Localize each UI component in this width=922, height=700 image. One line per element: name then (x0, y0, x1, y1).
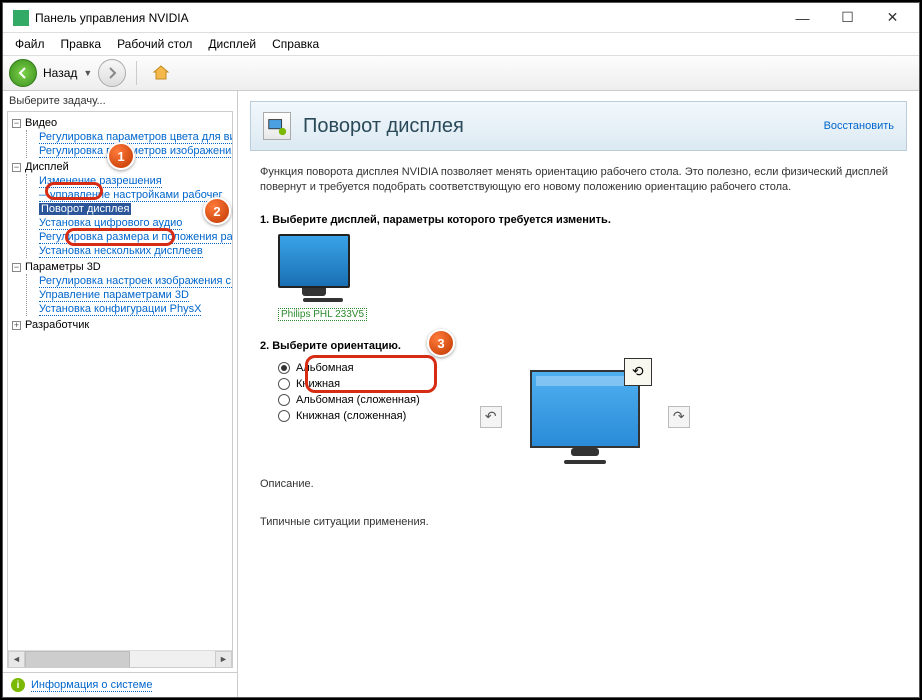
monitor-label: Philips PHL 233V5 (278, 308, 367, 321)
arrow-right-icon (105, 66, 119, 80)
back-label: Назад (43, 66, 77, 80)
radio-landscape[interactable]: Альбомная (278, 360, 420, 376)
sidebar-prompt: Выберите задачу... (3, 91, 237, 111)
tree-item-rotate-display[interactable]: Поворот дисплея (37, 202, 232, 216)
close-button[interactable]: ✕ (870, 4, 915, 32)
tree-item[interactable]: Установка нескольких дисплеев (37, 244, 232, 258)
back-dropdown-icon[interactable]: ▼ (83, 68, 92, 78)
radio-landscape-flipped[interactable]: Альбомная (сложенная) (278, 392, 420, 408)
horizontal-scrollbar[interactable]: ◄ ► (8, 650, 232, 667)
display-selector[interactable]: Philips PHL 233V5 (278, 234, 367, 322)
rotate-display-icon (263, 112, 291, 140)
back-button[interactable] (9, 59, 37, 87)
tree-group-3d: − Параметры 3D Регулировка настроек изоб… (12, 260, 232, 316)
arrow-left-icon (16, 66, 30, 80)
nvidia-icon (13, 10, 29, 26)
radio-icon (278, 410, 290, 422)
tree-item[interactable]: —управление настройками рабочег (37, 188, 232, 202)
monitor-icon (278, 234, 350, 288)
step2-heading: 2. Выберите ориентацию. (260, 340, 897, 352)
tree-header-video[interactable]: − Видео (12, 116, 232, 130)
menu-help[interactable]: Справка (266, 35, 325, 53)
tree-item[interactable]: Регулировка параметров цвета для вид (37, 130, 232, 144)
tree-item[interactable]: Установка цифрового аудио (37, 216, 232, 230)
page-description: Функция поворота дисплея NVIDIA позволяе… (260, 165, 897, 196)
typical-heading: Типичные ситуации применения. (260, 516, 897, 528)
task-tree[interactable]: − Видео Регулировка параметров цвета для… (7, 111, 233, 668)
radio-portrait[interactable]: Книжная (278, 376, 420, 392)
menu-desktop[interactable]: Рабочий стол (111, 35, 198, 53)
scroll-left-button[interactable]: ◄ (8, 651, 25, 668)
monitor-stand-icon (303, 298, 343, 302)
sidebar: Выберите задачу... − Видео Регулировка п… (3, 91, 238, 697)
home-icon (151, 63, 171, 83)
collapse-icon[interactable]: − (12, 163, 21, 172)
menu-file[interactable]: Файл (9, 35, 51, 53)
collapse-icon[interactable]: − (12, 263, 21, 272)
tree-item[interactable]: Регулировка параметров изображения д (37, 144, 232, 158)
preview-stand-icon (564, 460, 606, 464)
navbar: Назад ▼ (3, 55, 919, 91)
tree-group-display: − Дисплей Изменение разрешения —управлен… (12, 160, 232, 258)
radio-icon (278, 362, 290, 374)
orientation-radio-group: Альбомная Книжная Альбомная (сложенная) … (278, 360, 420, 424)
menubar: Файл Правка Рабочий стол Дисплей Справка (3, 33, 919, 55)
scroll-track[interactable] (25, 651, 215, 668)
rotate-badge-icon: ⟲ (624, 358, 652, 386)
radio-icon (278, 394, 290, 406)
tree-header-developer[interactable]: + Разработчик (12, 318, 232, 332)
tree-item[interactable]: Регулировка размера и положения рабо (37, 230, 232, 244)
radio-icon (278, 378, 290, 390)
rotate-ccw-button[interactable]: ↶ (480, 406, 502, 428)
tree-item[interactable]: Установка конфигурации PhysX (37, 302, 232, 316)
titlebar[interactable]: Панель управления NVIDIA — ☐ ✕ (3, 3, 919, 33)
scroll-thumb[interactable] (25, 651, 130, 668)
tree-item[interactable]: Управление параметрами 3D (37, 288, 232, 302)
radio-portrait-flipped[interactable]: Книжная (сложенная) (278, 408, 420, 424)
tree-header-display[interactable]: − Дисплей (12, 160, 232, 174)
scroll-right-button[interactable]: ► (215, 651, 232, 668)
expand-icon[interactable]: + (12, 321, 21, 330)
sidebar-footer: i Информация о системе (3, 672, 237, 697)
minimize-button[interactable]: — (780, 4, 825, 32)
orientation-preview: ↶ ⟲ ↷ (480, 370, 690, 464)
tree-group-developer: + Разработчик (12, 318, 232, 332)
page-header: Поворот дисплея Восстановить (250, 101, 907, 151)
step1-heading: 1. Выберите дисплей, параметры которого … (260, 214, 897, 226)
nav-separator (136, 61, 137, 85)
maximize-button[interactable]: ☐ (825, 4, 870, 32)
rotate-cw-button[interactable]: ↷ (668, 406, 690, 428)
menu-edit[interactable]: Правка (55, 35, 108, 53)
restore-link[interactable]: Восстановить (824, 120, 894, 132)
description-heading: Описание. (260, 478, 897, 490)
home-button[interactable] (147, 59, 175, 87)
page-title: Поворот дисплея (303, 115, 824, 138)
window-root: Панель управления NVIDIA — ☐ ✕ Файл Прав… (2, 2, 920, 698)
forward-button[interactable] (98, 59, 126, 87)
system-info-link[interactable]: Информация о системе (31, 679, 152, 692)
menu-display[interactable]: Дисплей (202, 35, 262, 53)
tree-header-3d[interactable]: − Параметры 3D (12, 260, 232, 274)
tree-item[interactable]: Регулировка настроек изображения с п (37, 274, 232, 288)
collapse-icon[interactable]: − (12, 119, 21, 128)
preview-monitor-icon: ⟲ (530, 370, 640, 448)
tree-item[interactable]: Изменение разрешения (37, 174, 232, 188)
content-area: Поворот дисплея Восстановить Функция пов… (238, 91, 919, 697)
window-title: Панель управления NVIDIA (35, 11, 780, 25)
tree-group-video: − Видео Регулировка параметров цвета для… (12, 116, 232, 158)
info-icon: i (11, 678, 25, 692)
